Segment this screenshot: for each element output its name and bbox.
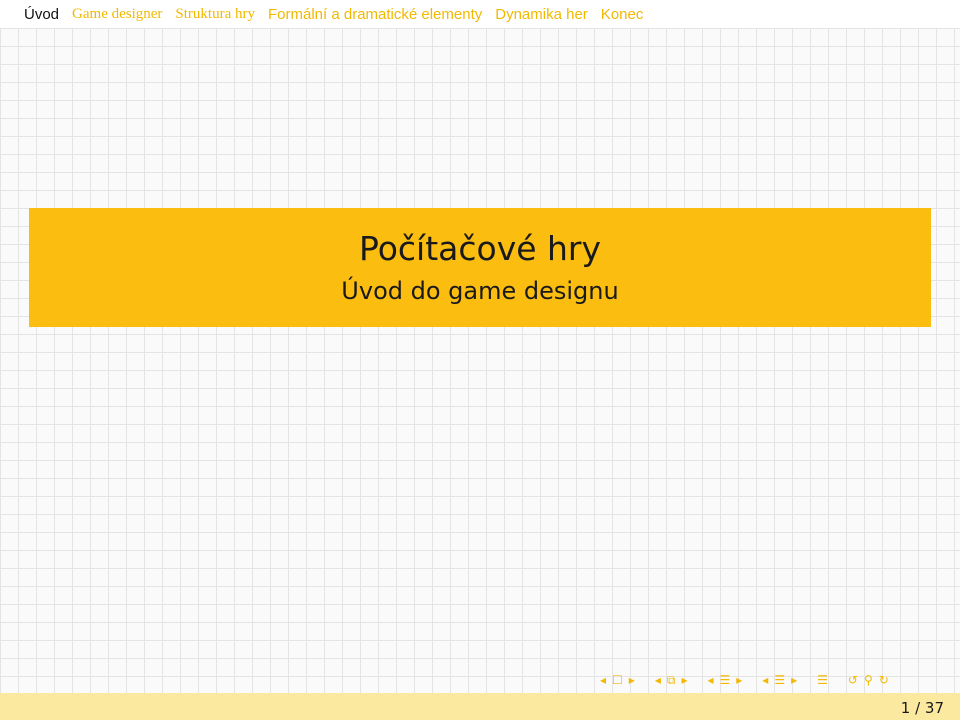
nav-item-game-designer[interactable]: Game designer <box>72 6 162 23</box>
forward-icon[interactable]: ↻ <box>879 673 889 687</box>
footer-bar: 1 / 37 <box>0 693 960 720</box>
prev-section-icon[interactable]: ◂ <box>707 673 713 687</box>
nav-item-struktura-hry[interactable]: Struktura hry <box>175 6 255 23</box>
prev-subsection-icon[interactable]: ◂ <box>655 673 661 687</box>
back-icon[interactable]: ↺ <box>848 673 858 687</box>
prev-doc-icon[interactable]: ◂ <box>762 673 768 687</box>
prev-frame-icon[interactable]: ◂ <box>600 673 606 687</box>
nav-item-konec[interactable]: Konec <box>601 6 644 23</box>
subsection-icon[interactable]: ⧉ <box>667 673 676 688</box>
beamer-navigation-symbols: ◂ ☐ ▸ ◂ ⧉ ▸ ◂ ☰ ▸ ◂ ☰ ▸ ☰ ↺ ⚲ ↻ <box>600 670 960 690</box>
slide-title: Počítačové hry <box>358 228 602 268</box>
next-frame-icon[interactable]: ▸ <box>629 673 635 687</box>
doc-icon[interactable]: ☰ <box>774 673 785 687</box>
frame-icon[interactable]: ☐ <box>612 673 623 687</box>
nav-item-dynamika-her[interactable]: Dynamika her <box>495 6 588 23</box>
next-doc-icon[interactable]: ▸ <box>791 673 797 687</box>
page-number: 1 / 37 <box>900 699 944 717</box>
title-block: Počítačové hry Úvod do game designu <box>29 208 931 327</box>
search-icon[interactable]: ⚲ <box>864 673 873 687</box>
next-subsection-icon[interactable]: ▸ <box>681 673 687 687</box>
top-navigation-bar: Úvod Game designer Struktura hry Formáln… <box>0 0 960 28</box>
next-section-icon[interactable]: ▸ <box>736 673 742 687</box>
section-icon[interactable]: ☰ <box>720 673 731 687</box>
appendix-icon[interactable]: ☰ <box>817 673 828 687</box>
nav-item-uvod[interactable]: Úvod <box>24 6 59 23</box>
nav-item-formalni-elementy[interactable]: Formální a dramatické elementy <box>268 6 482 23</box>
slide-subtitle: Úvod do game designu <box>341 276 619 305</box>
